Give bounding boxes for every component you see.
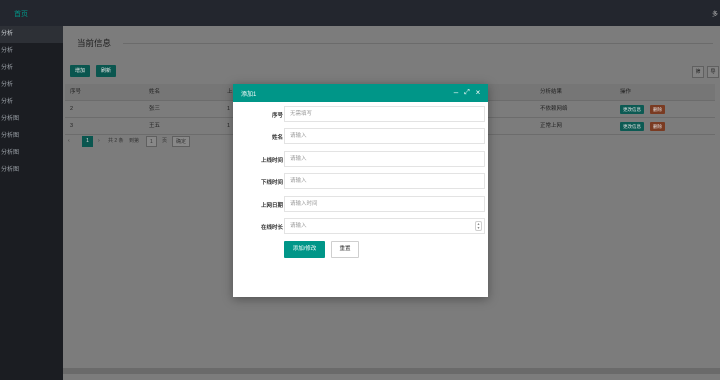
cell-column-3: 1 (227, 106, 231, 112)
online-time-field[interactable] (284, 151, 485, 167)
edit-button[interactable]: 更改信息 (620, 122, 644, 131)
sidebar: 分析 分析 分析 分析 分析 分析图 分析图 分析图 分析图 (0, 26, 63, 380)
sidebar-item-2[interactable]: 分析 (0, 43, 63, 60)
prev-page-icon[interactable]: ‹ (68, 136, 70, 147)
add-record-dialog: 添加1 – ⤢ × 序号 姓名 上线时间 下线时间 上网日期 在线时长 ▲▼ 添… (233, 84, 488, 297)
refresh-button[interactable]: 刷新 (96, 65, 117, 77)
delete-button[interactable]: 删除 (650, 122, 665, 131)
field-label-id: 序号 (271, 113, 283, 119)
header-name[interactable]: 姓名 (149, 84, 160, 101)
duration-field[interactable] (284, 218, 485, 234)
field-label-offline-time: 下线时间 (260, 180, 283, 186)
total-count: 共 2 条 (108, 138, 124, 144)
page-1-button[interactable]: 1 (82, 136, 93, 147)
number-stepper-icon[interactable]: ▲ ▼ (475, 221, 482, 231)
filter-columns-icon[interactable]: 筛 (692, 66, 704, 78)
reset-button[interactable]: 重置 (331, 241, 359, 258)
cell-name: 张三 (149, 106, 161, 112)
sidebar-item-1[interactable]: 分析 (0, 26, 63, 43)
field-label-name: 姓名 (271, 135, 283, 141)
horizontal-scrollbar[interactable] (63, 368, 720, 374)
add-button[interactable]: 增加 (70, 65, 91, 77)
header-actions: 操作 (620, 89, 632, 95)
page-number-input[interactable]: 1 (146, 136, 157, 147)
top-bar: 首页 多 (0, 0, 720, 26)
goto-confirm-button[interactable]: 确定 (172, 136, 191, 147)
cell-id: 3 (70, 123, 74, 129)
name-field[interactable] (284, 128, 485, 144)
cell-name: 王五 (149, 123, 161, 129)
edit-button[interactable]: 更改信息 (620, 105, 644, 114)
cell-column-3: 1 (227, 123, 231, 129)
dialog-header[interactable]: 添加1 – ⤢ × (233, 84, 488, 102)
sidebar-item-4[interactable]: 分析 (0, 77, 63, 94)
sidebar-item-3[interactable]: 分析 (0, 60, 63, 77)
close-icon[interactable]: × (473, 87, 483, 98)
dialog-title: 添加1 (241, 92, 257, 98)
home-link[interactable]: 首页 (14, 9, 28, 19)
field-label-online-time: 上线时间 (260, 158, 283, 164)
online-date-field[interactable] (284, 196, 485, 212)
sidebar-item-7[interactable]: 分析图 (0, 128, 63, 145)
next-page-icon[interactable]: › (98, 136, 100, 147)
id-field[interactable] (284, 106, 485, 122)
page-title: 当前信息 (77, 38, 112, 48)
minimize-icon[interactable]: – (451, 87, 461, 98)
offline-time-field[interactable] (284, 173, 485, 189)
cell-id: 2 (70, 106, 74, 112)
title-divider (123, 43, 713, 44)
sidebar-item-9[interactable]: 分析图 (0, 162, 63, 179)
header-id[interactable]: 序号 (70, 84, 81, 101)
sidebar-item-8[interactable]: 分析图 (0, 145, 63, 162)
goto-label: 到第 (129, 138, 140, 144)
page-unit-label: 页 (162, 138, 168, 144)
cell-result: 不依赖网络 (540, 106, 568, 112)
cell-result: 正常上网 (540, 123, 563, 129)
delete-button[interactable]: 删除 (650, 105, 665, 114)
top-right-menu[interactable]: 多 (712, 9, 718, 18)
header-column-3[interactable]: 上 (227, 84, 233, 101)
field-label-online-date: 上网日期 (260, 203, 283, 209)
export-icon[interactable]: 导 (707, 66, 719, 78)
submit-button[interactable]: 添加/修改 (284, 241, 325, 258)
maximize-icon[interactable]: ⤢ (462, 87, 472, 98)
sidebar-item-6[interactable]: 分析图 (0, 111, 63, 128)
header-result[interactable]: 分析结果 (540, 84, 562, 101)
sidebar-item-5[interactable]: 分析 (0, 94, 63, 111)
field-label-duration: 在线时长 (260, 225, 283, 231)
